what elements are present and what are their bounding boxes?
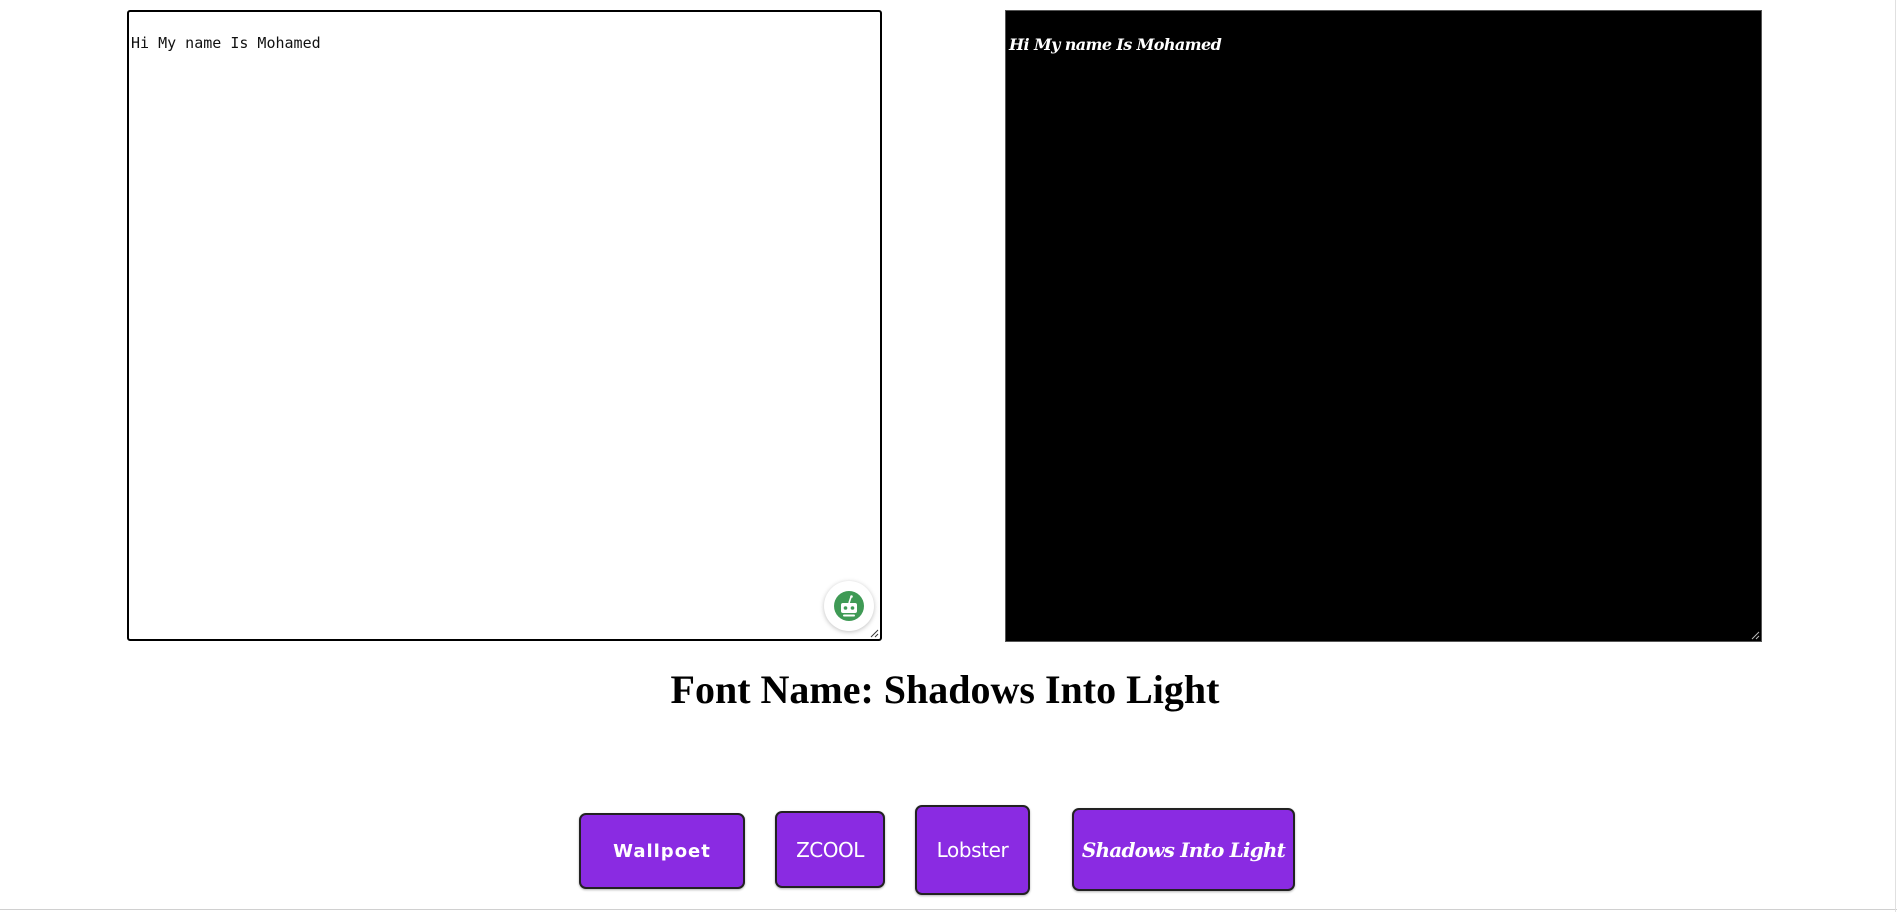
resize-grip-icon[interactable] (869, 628, 879, 638)
font-button-shadows-into-light[interactable]: Shadows Into Light (1072, 808, 1295, 891)
font-button-lobster[interactable]: Lobster (915, 805, 1030, 895)
page-right-edge (1895, 0, 1896, 912)
text-input-area[interactable]: Hi My name Is Mohamed (127, 10, 882, 641)
font-preview-area[interactable]: Hi My name Is Mohamed (1005, 10, 1762, 642)
font-name-heading: Font Name: Shadows Into Light (670, 667, 1220, 712)
font-button-wallpoet[interactable]: Wallpoet (579, 813, 745, 889)
page: Hi My name Is Mohamed Hi My name Is Moha… (0, 0, 1897, 912)
resize-grip-icon[interactable] (1750, 630, 1760, 640)
robot-assistant-icon (834, 591, 864, 621)
font-button-zcool[interactable]: ZCOOL (775, 811, 885, 888)
page-bottom-border (0, 909, 1897, 910)
text-input-value[interactable]: Hi My name Is Mohamed (131, 34, 321, 52)
font-preview-text: Hi My name Is Mohamed (1009, 35, 1222, 54)
writing-assistant-button[interactable] (824, 581, 874, 631)
